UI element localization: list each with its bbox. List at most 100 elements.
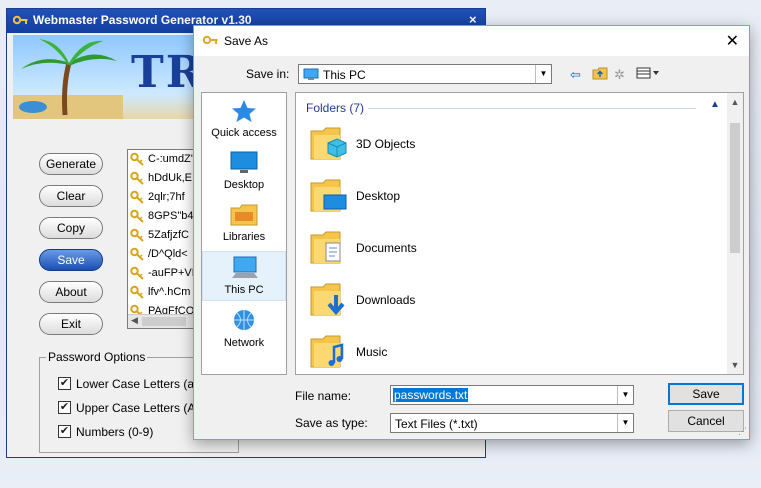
save-as-type-select[interactable]: Text Files (*.txt) ▼	[390, 413, 634, 433]
place-label: Libraries	[222, 231, 266, 243]
copy-button[interactable]: Copy	[39, 217, 103, 239]
list-item[interactable]: lfv^.hCm	[128, 283, 196, 302]
folder-item[interactable]: 3D Objects	[310, 121, 610, 169]
folder-label: Desktop	[356, 189, 401, 203]
option-label: Lower Case Letters (a-z)	[76, 377, 209, 391]
folder-item[interactable]: Music	[310, 329, 610, 374]
folders-group-header[interactable]: Folders (7)	[306, 101, 364, 115]
place-label: This PC	[224, 284, 264, 296]
key-icon	[130, 171, 146, 188]
scroll-up-icon[interactable]: ▲	[727, 97, 743, 107]
option-label: Upper Case Letters (A-Z)	[76, 401, 211, 415]
scroll-left-icon[interactable]: ◀	[131, 315, 138, 326]
clear-button[interactable]: Clear	[39, 185, 103, 207]
list-item[interactable]: /D^Qld<	[128, 245, 196, 264]
scroll-down-icon[interactable]: ▼	[727, 360, 743, 370]
resize-grip-icon[interactable]: ⋰	[738, 426, 747, 437]
generate-button[interactable]: Generate	[39, 153, 103, 175]
exit-button[interactable]: Exit	[39, 313, 103, 335]
password-list[interactable]: C-:umdZ' hDdUk,E 2qlr;7hf 8GPS"b4 5ZafjzfC/D…	[127, 149, 197, 329]
list-item[interactable]: -auFP+VE	[128, 264, 196, 283]
vertical-scrollbar[interactable]: ▲ ▼	[727, 93, 743, 374]
folder-item[interactable]: Downloads	[310, 277, 610, 325]
list-item[interactable]: hDdUk,E	[128, 169, 196, 188]
save-in-label: Save in:	[246, 67, 290, 81]
save-in-value: This PC	[323, 68, 366, 82]
list-item[interactable]: C-:umdZ'	[128, 150, 196, 169]
save-button[interactable]: Save	[668, 383, 744, 405]
key-icon	[130, 209, 146, 226]
key-icon	[130, 266, 146, 283]
horizontal-scrollbar[interactable]: ◀	[128, 314, 196, 328]
password-text: 8GPS"b4	[148, 210, 194, 222]
list-item[interactable]: 8GPS"b4	[128, 207, 196, 226]
libraries-icon	[230, 203, 258, 227]
file-name-input[interactable]: passwords.txt ▼	[390, 385, 634, 405]
star-icon	[230, 99, 258, 123]
key-icon	[130, 152, 146, 169]
folder-label: 3D Objects	[356, 137, 416, 151]
place-label: Quick access	[211, 127, 277, 139]
folder-item[interactable]: Desktop	[310, 173, 610, 221]
downloads-folder-icon	[310, 281, 348, 319]
list-item[interactable]: 5ZafjzfC	[128, 226, 196, 245]
computer-icon	[231, 256, 259, 280]
desktop-icon	[230, 151, 258, 175]
save-button[interactable]: Save	[39, 249, 103, 271]
view-menu-icon[interactable]	[636, 67, 660, 82]
key-icon	[130, 247, 146, 264]
file-name-value[interactable]: passwords.txt	[393, 388, 469, 402]
place-libraries[interactable]: Libraries	[202, 199, 286, 249]
dialog-title-bar[interactable]: Save As ✕	[194, 26, 749, 56]
save-in-dropdown[interactable]: This PC ▼	[298, 64, 552, 84]
list-item[interactable]: 2qlr;7hf	[128, 188, 196, 207]
place-quick-access[interactable]: Quick access	[202, 95, 286, 145]
save-as-type-value: Text Files (*.txt)	[395, 417, 478, 431]
network-icon	[230, 309, 258, 333]
place-network[interactable]: Network	[202, 305, 286, 355]
palm-tree-logo	[13, 39, 123, 119]
key-icon	[130, 190, 146, 207]
desktop-folder-icon	[310, 177, 348, 215]
chevron-down-icon[interactable]: ▼	[617, 386, 633, 404]
chevron-up-icon[interactable]: ▲	[710, 99, 720, 110]
password-text: 2qlr;7hf	[148, 191, 185, 203]
back-arrow-icon[interactable]: ⇦	[570, 67, 581, 83]
checkbox[interactable]: ✔	[58, 377, 71, 390]
close-icon[interactable]: ✕	[726, 31, 739, 51]
folder-label: Documents	[356, 241, 417, 255]
scroll-thumb[interactable]	[142, 317, 186, 326]
option-label: Numbers (0-9)	[76, 425, 154, 439]
documents-folder-icon	[310, 229, 348, 267]
scroll-thumb[interactable]	[730, 123, 740, 253]
folder-label: Music	[356, 345, 388, 359]
place-label: Network	[223, 337, 265, 349]
places-bar: Quick access Desktop Libraries This PC Netwo…	[201, 92, 287, 375]
music-folder-icon	[310, 333, 348, 371]
computer-icon	[303, 68, 319, 84]
checkbox[interactable]: ✔	[58, 401, 71, 414]
file-list[interactable]: Folders (7) ▲ 3D Objects Desktop Documents…	[295, 92, 744, 375]
dialog-title: Save As	[224, 34, 269, 48]
3d-objects-folder-icon	[310, 125, 348, 163]
place-this-pc[interactable]: This PC	[202, 251, 286, 301]
key-icon	[130, 228, 146, 245]
password-text: 5ZafjzfC	[148, 229, 189, 241]
new-folder-icon[interactable]: ✲	[614, 67, 625, 83]
password-text: /D^Qld<	[148, 248, 188, 260]
password-text: C-:umdZ'	[148, 153, 193, 165]
folder-item[interactable]: Documents	[310, 225, 610, 273]
about-button[interactable]: About	[39, 281, 103, 303]
password-text: hDdUk,E	[148, 172, 193, 184]
save-as-dialog: Save As ✕ Save in: This PC ▼ ⇦ ✲ Quick a…	[193, 25, 750, 440]
up-folder-icon[interactable]	[592, 67, 608, 83]
save-as-type-label: Save as type:	[295, 416, 368, 430]
cancel-button[interactable]: Cancel	[668, 410, 744, 432]
password-text: -auFP+VE	[148, 267, 197, 279]
folder-label: Downloads	[356, 293, 416, 307]
chevron-down-icon[interactable]: ▼	[535, 65, 551, 83]
place-desktop[interactable]: Desktop	[202, 147, 286, 197]
group-divider	[368, 108, 696, 109]
checkbox[interactable]: ✔	[58, 425, 71, 438]
chevron-down-icon[interactable]: ▼	[617, 414, 633, 432]
